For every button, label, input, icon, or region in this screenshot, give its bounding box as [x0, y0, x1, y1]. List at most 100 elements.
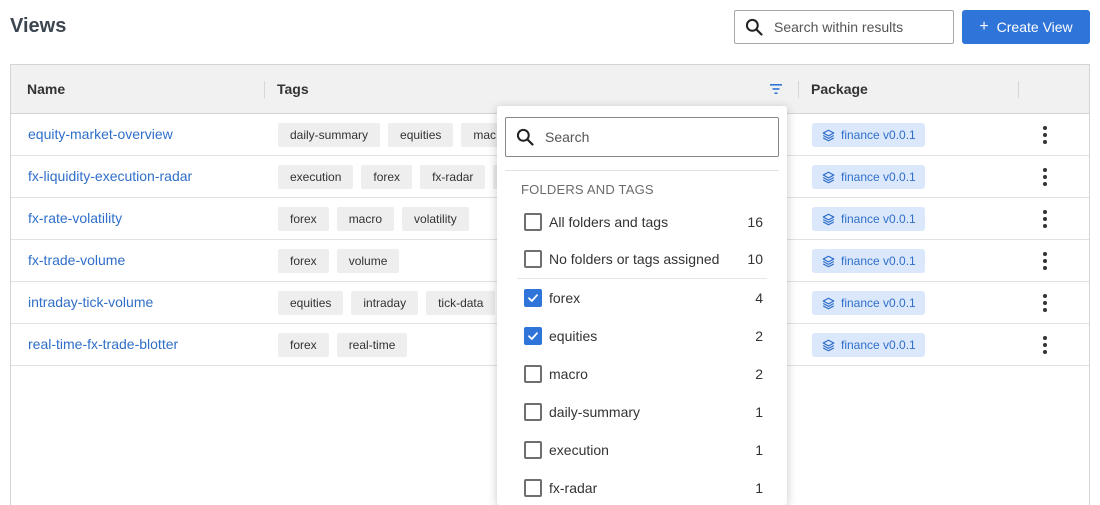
column-header-name[interactable]: Name: [27, 65, 65, 113]
package-label: finance v0.0.1: [841, 254, 916, 268]
dropdown-section-heading: FOLDERS AND TAGS: [521, 182, 654, 197]
filter-option-label: No folders or tags assigned: [549, 251, 720, 267]
filter-checkbox[interactable]: [524, 327, 542, 345]
page-title: Views: [10, 15, 67, 37]
filter-option-label: macro: [549, 366, 588, 382]
search-icon: [516, 128, 534, 146]
more-vertical-icon[interactable]: [1042, 168, 1048, 186]
check-icon: [528, 294, 538, 302]
filter-checkbox[interactable]: [524, 289, 542, 307]
filter-option[interactable]: No folders or tags assigned 10: [497, 244, 787, 274]
filter-option-label: fx-radar: [549, 480, 598, 496]
filter-option[interactable]: All folders and tags 16: [497, 207, 787, 237]
layers-icon: [822, 297, 835, 309]
layers-icon: [822, 213, 835, 225]
tag-chip[interactable]: forex: [278, 207, 329, 231]
filter-option[interactable]: fx-radar 1: [497, 473, 787, 503]
package-badge[interactable]: finance v0.0.1: [812, 249, 925, 273]
more-vertical-icon[interactable]: [1042, 294, 1048, 312]
filter-checkbox[interactable]: [524, 213, 542, 231]
column-divider: [798, 81, 799, 98]
filter-checkbox[interactable]: [524, 441, 542, 459]
tag-chip[interactable]: real-time: [336, 333, 408, 357]
filter-option[interactable]: equities 2: [497, 321, 787, 351]
filter-option-label: All folders and tags: [549, 214, 669, 230]
more-vertical-icon[interactable]: [1042, 210, 1048, 228]
view-name-link[interactable]: real-time-fx-trade-blotter: [28, 336, 178, 352]
search-icon: [745, 18, 763, 36]
filter-option-count: 1: [755, 404, 763, 420]
tag-list: equities intraday tick-data: [278, 291, 496, 315]
package-badge[interactable]: finance v0.0.1: [812, 291, 925, 315]
dropdown-search-field[interactable]: [505, 117, 779, 157]
view-name-link[interactable]: equity-market-overview: [28, 126, 173, 142]
search-field[interactable]: [734, 10, 954, 44]
package-label: finance v0.0.1: [841, 212, 916, 226]
column-header-package[interactable]: Package: [811, 65, 868, 113]
layers-icon: [822, 339, 835, 351]
view-name-link[interactable]: fx-trade-volume: [28, 252, 125, 268]
tag-chip[interactable]: execution: [278, 165, 354, 189]
filter-option[interactable]: forex 4: [497, 283, 787, 313]
filter-option-label: execution: [549, 442, 609, 458]
package-badge[interactable]: finance v0.0.1: [812, 333, 925, 357]
package-badge[interactable]: finance v0.0.1: [812, 207, 925, 231]
plus-icon: +: [979, 18, 989, 35]
column-divider: [264, 81, 265, 98]
filter-option[interactable]: execution 1: [497, 435, 787, 465]
more-vertical-icon[interactable]: [1042, 252, 1048, 270]
filter-option[interactable]: macro 2: [497, 359, 787, 389]
more-vertical-icon[interactable]: [1042, 126, 1048, 144]
tag-filter-dropdown: FOLDERS AND TAGS All folders and tags 16 N…: [497, 106, 787, 505]
view-name-link[interactable]: fx-liquidity-execution-radar: [28, 168, 192, 184]
layers-icon: [822, 171, 835, 183]
tag-chip[interactable]: volume: [336, 249, 400, 273]
tag-list: forex volume: [278, 249, 400, 273]
filter-option[interactable]: daily-summary 1: [497, 397, 787, 427]
tag-list: execution forex fx-radar: [278, 165, 518, 189]
tag-chip[interactable]: daily-summary: [278, 123, 381, 147]
package-label: finance v0.0.1: [841, 338, 916, 352]
filter-option-count: 1: [755, 442, 763, 458]
tag-chip[interactable]: macro: [336, 207, 395, 231]
tag-chip[interactable]: forex: [278, 249, 329, 273]
tag-chip[interactable]: equities: [388, 123, 454, 147]
create-view-button[interactable]: + Create View: [962, 10, 1090, 44]
column-header-tags[interactable]: Tags: [277, 65, 309, 113]
filter-checkbox[interactable]: [524, 250, 542, 268]
tag-list: daily-summary equities mac: [278, 123, 509, 147]
filter-checkbox[interactable]: [524, 479, 542, 497]
package-label: finance v0.0.1: [841, 128, 916, 142]
tag-chip[interactable]: forex: [278, 333, 329, 357]
search-input[interactable]: [774, 19, 944, 35]
filter-option-count: 2: [755, 366, 763, 382]
filter-option-count: 2: [755, 328, 763, 344]
view-name-link[interactable]: intraday-tick-volume: [28, 294, 153, 310]
dropdown-search-input[interactable]: [545, 129, 745, 145]
package-label: finance v0.0.1: [841, 296, 916, 310]
tag-chip[interactable]: tick-data: [426, 291, 496, 315]
more-vertical-icon[interactable]: [1042, 336, 1048, 354]
filter-icon[interactable]: [768, 81, 784, 97]
tag-chip[interactable]: intraday: [351, 291, 419, 315]
filter-option-count: 4: [755, 290, 763, 306]
filter-checkbox[interactable]: [524, 403, 542, 421]
tag-chip[interactable]: equities: [278, 291, 344, 315]
view-name-link[interactable]: fx-rate-volatility: [28, 210, 122, 226]
dropdown-divider: [505, 170, 779, 171]
column-divider: [1018, 81, 1019, 98]
filter-option-label: daily-summary: [549, 404, 641, 420]
tag-chip[interactable]: forex: [361, 165, 413, 189]
tag-chip[interactable]: volatility: [402, 207, 469, 231]
tag-list: forex macro volatility: [278, 207, 469, 231]
package-label: finance v0.0.1: [841, 170, 916, 184]
package-badge[interactable]: finance v0.0.1: [812, 123, 925, 147]
filter-option-count: 16: [747, 214, 763, 230]
filter-option-label: equities: [549, 328, 598, 344]
package-badge[interactable]: finance v0.0.1: [812, 165, 925, 189]
option-divider: [517, 278, 767, 279]
create-view-label: Create View: [996, 19, 1073, 35]
filter-option-count: 10: [747, 251, 763, 267]
filter-checkbox[interactable]: [524, 365, 542, 383]
tag-chip[interactable]: fx-radar: [420, 165, 486, 189]
